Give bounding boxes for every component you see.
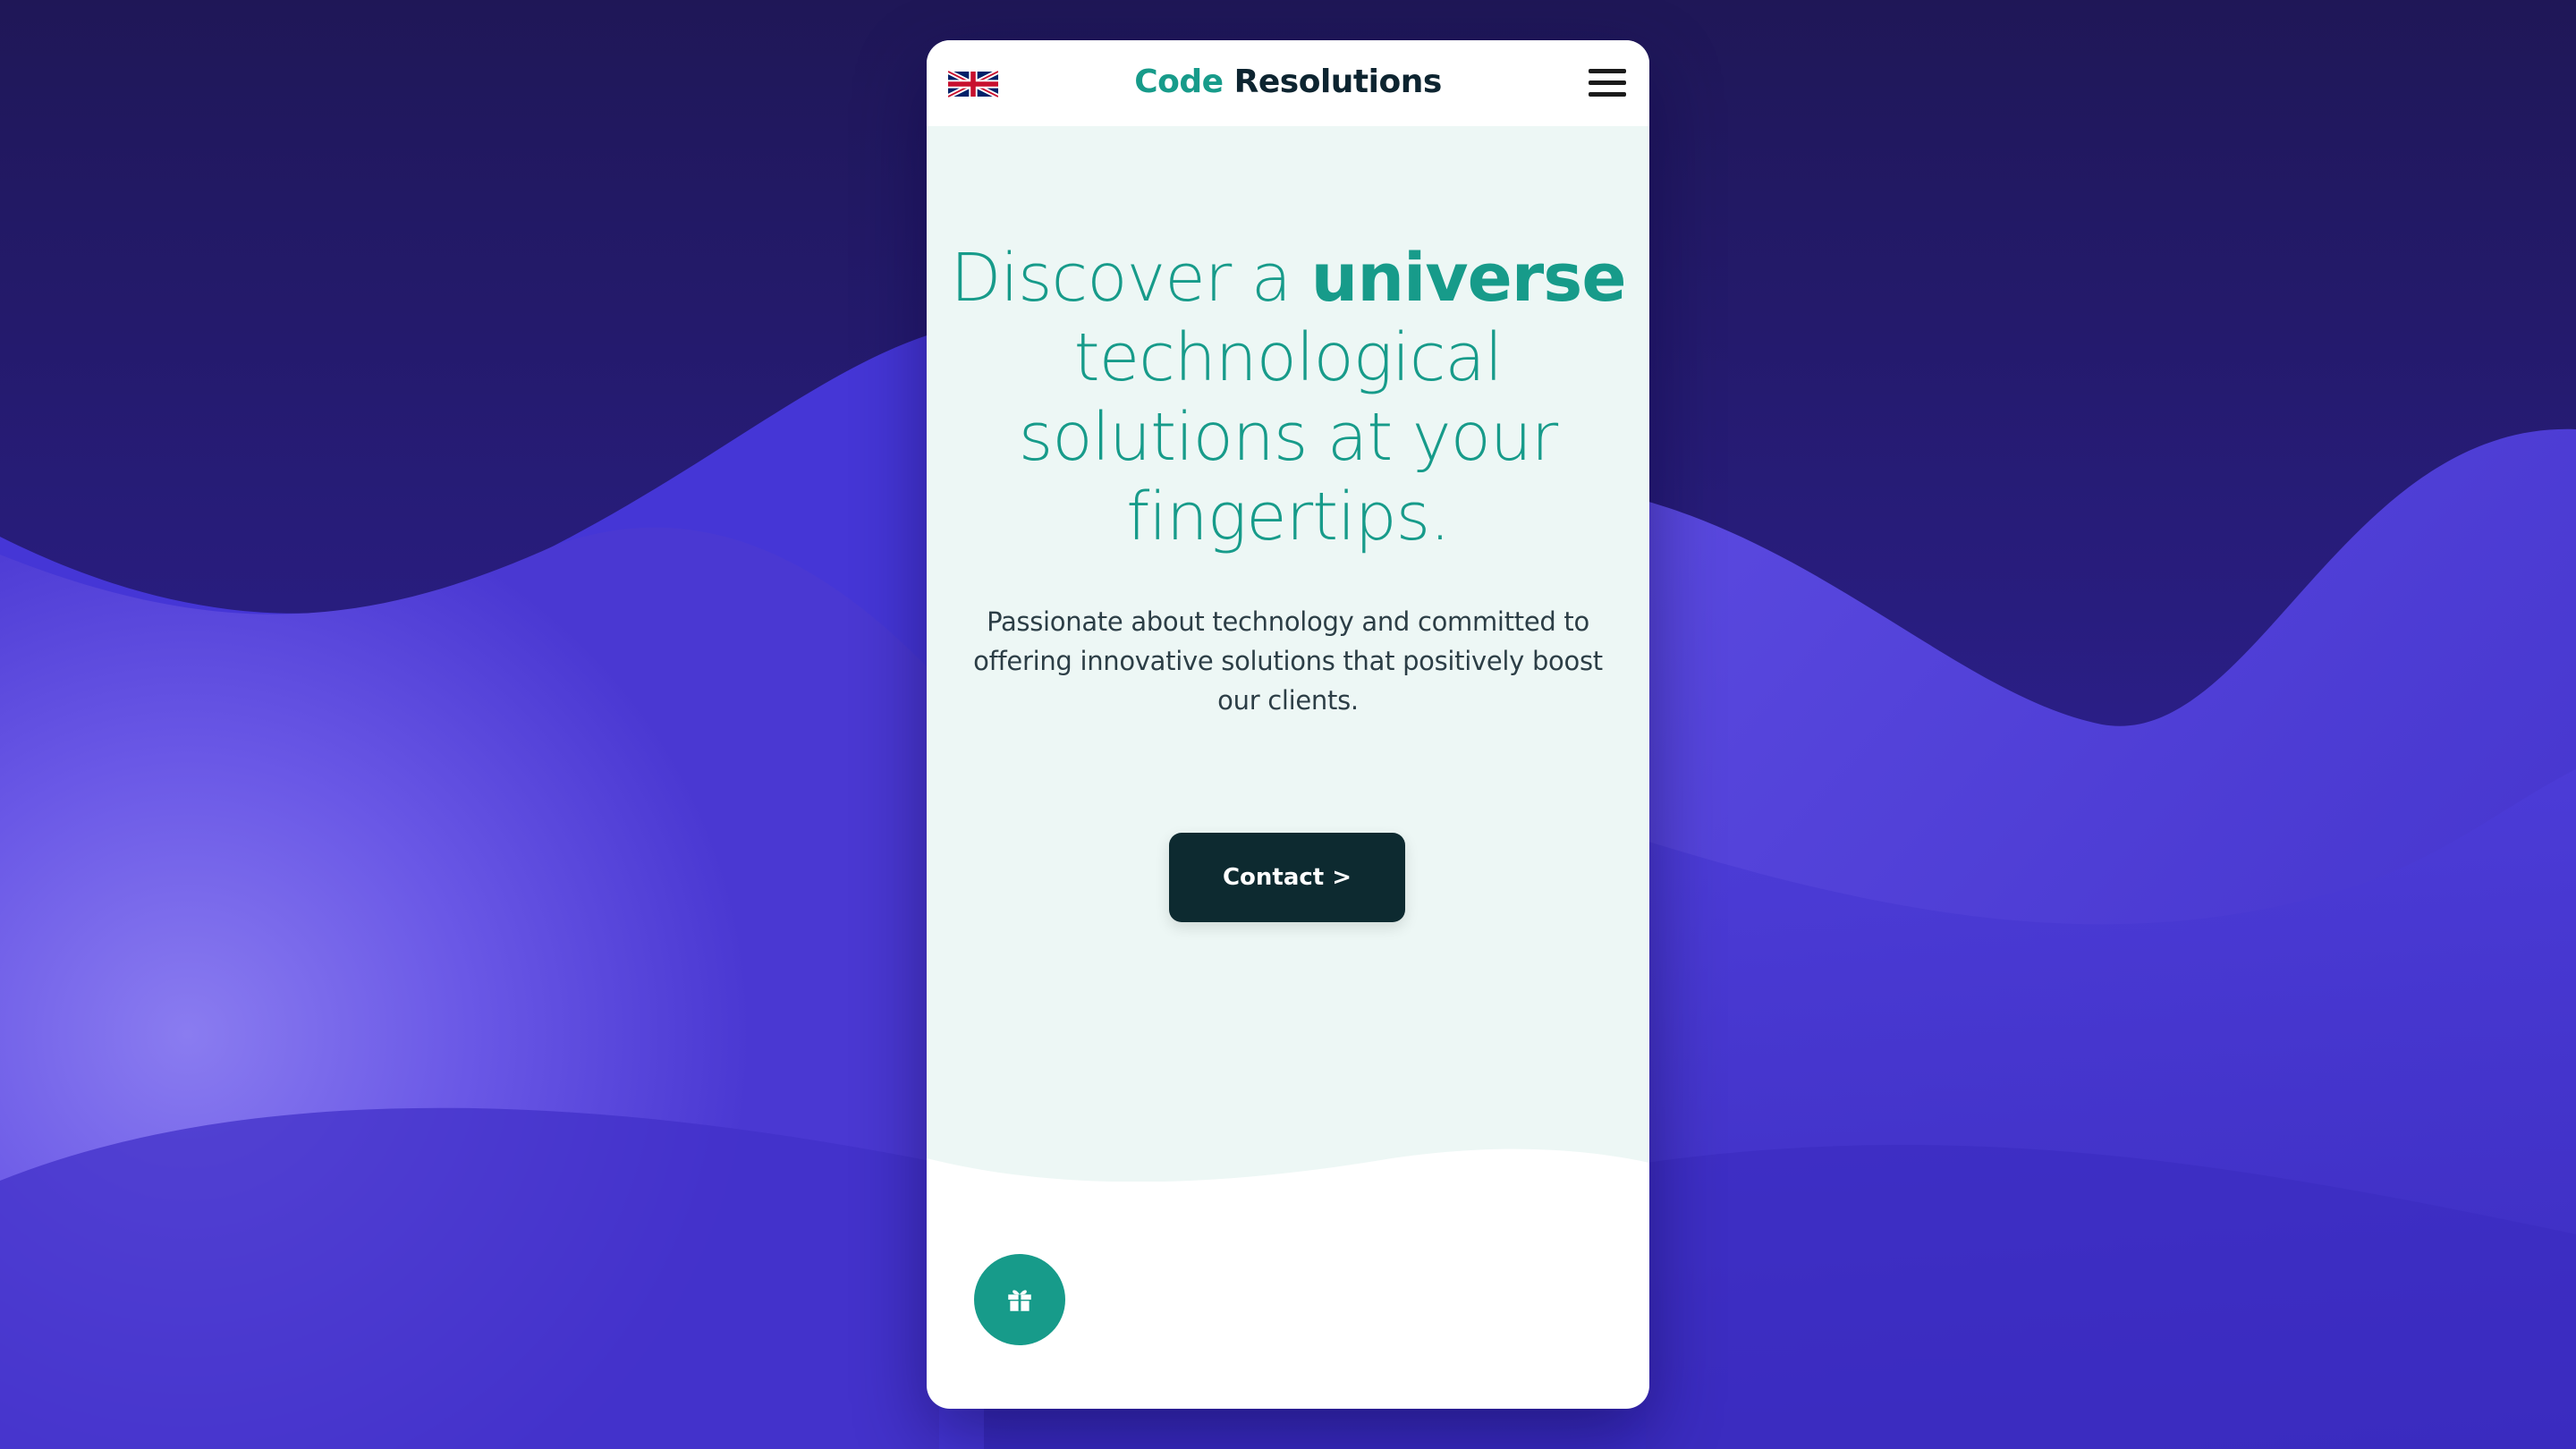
headline-line-4: fingertips. [1126, 479, 1451, 555]
gift-icon [1008, 1290, 1031, 1311]
headline-line-1: Discover a universe [927, 239, 1649, 318]
menu-bar-middle [1589, 80, 1626, 85]
headline-line-3: solutions at your [1018, 399, 1558, 476]
brand-logo[interactable]: Code Resolutions [927, 60, 1649, 105]
desktop-background: Code Resolutions Discover a universe tec… [0, 0, 2576, 1449]
hero-wave-divider [927, 1148, 1649, 1239]
headline-bold-text: universe [1310, 240, 1627, 317]
floating-gift-button[interactable] [974, 1254, 1065, 1345]
hero-headline: Discover a universe technological soluti… [927, 239, 1649, 557]
headline-regular-text: Discover a [950, 240, 1311, 317]
menu-bar-bottom [1589, 92, 1626, 97]
description-line-1: Passionate about technology and committe… [987, 606, 1589, 637]
hero-description: Passionate about technology and committe… [959, 602, 1617, 720]
mobile-viewport: Code Resolutions Discover a universe tec… [927, 40, 1649, 1409]
headline-line-2: technological [1073, 319, 1504, 396]
description-line-2: offering innovative solutions that posit… [973, 646, 1603, 676]
top-navigation-bar: Code Resolutions [927, 40, 1649, 126]
brand-word-resolutions: Resolutions [1233, 64, 1443, 100]
contact-button[interactable]: Contact > [1169, 833, 1405, 922]
menu-bar-top [1589, 69, 1626, 73]
hamburger-menu-icon[interactable] [1589, 67, 1626, 99]
description-line-3: our clients. [1217, 685, 1359, 716]
brand-word-code: Code [1134, 64, 1224, 100]
